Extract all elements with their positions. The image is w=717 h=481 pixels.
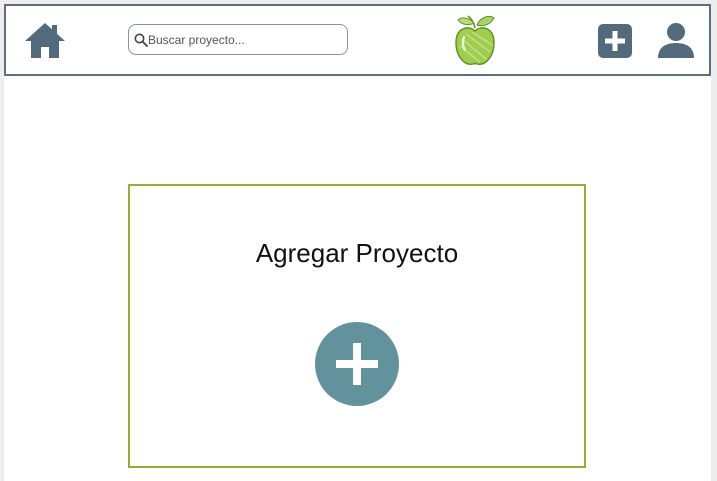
add-project-card: Agregar Proyecto [128,184,586,468]
home-button[interactable] [24,21,66,61]
search-icon [134,33,148,47]
app-page: Agregar Proyecto [4,4,711,481]
home-icon [25,23,65,58]
add-project-button[interactable] [598,24,632,58]
search-box[interactable] [128,24,348,55]
plus-circle-icon [315,322,399,406]
search-input[interactable] [148,29,343,50]
plus-square-icon [598,24,632,58]
user-icon [658,23,694,58]
user-profile-button[interactable] [658,22,694,58]
green-apple-logo [452,13,498,69]
top-nav-bar [4,4,711,76]
add-project-title: Agregar Proyecto [255,238,459,268]
add-project-circle-button[interactable] [315,322,399,406]
